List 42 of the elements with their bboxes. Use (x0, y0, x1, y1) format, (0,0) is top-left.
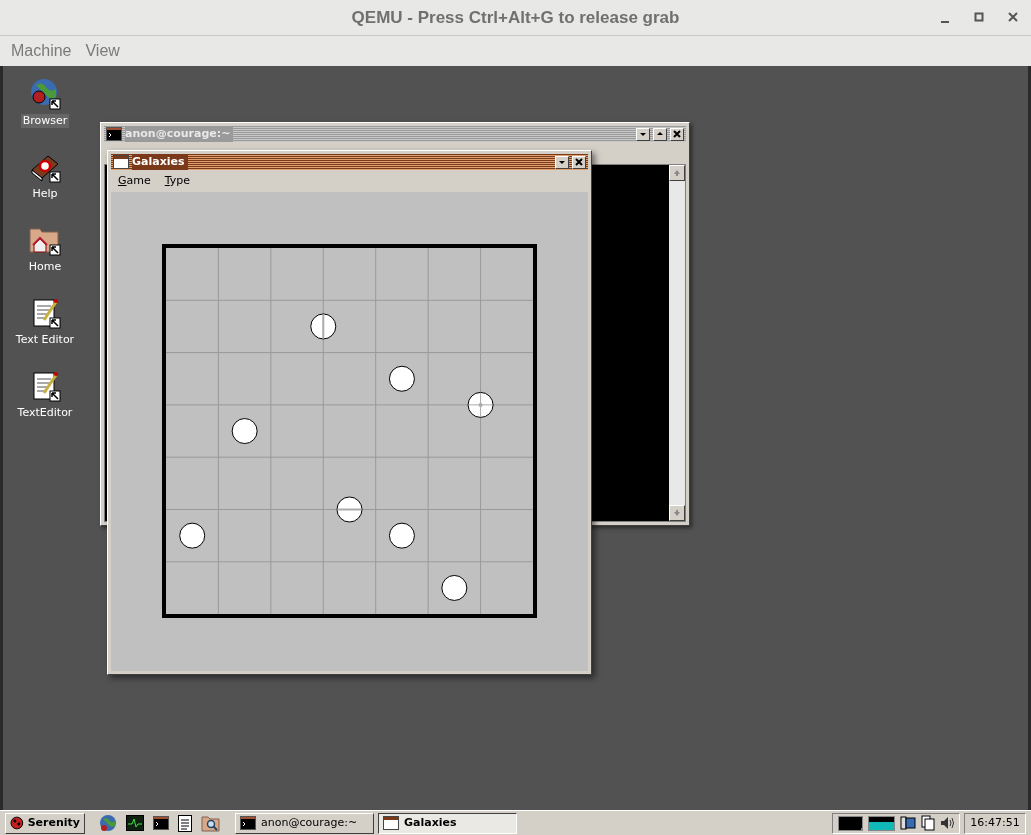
speaker-icon[interactable] (940, 815, 954, 831)
puzzle-board[interactable] (162, 244, 537, 618)
close-icon (672, 129, 682, 139)
ladybug-icon (10, 816, 24, 830)
icon-label[interactable]: Home (26, 260, 64, 274)
notepad-icon[interactable] (178, 814, 192, 832)
globe-icon (28, 77, 62, 111)
globe-icon[interactable] (99, 814, 117, 832)
graph-icon[interactable] (126, 815, 144, 831)
taskbar-button[interactable]: Galaxies (378, 812, 517, 834)
start-button[interactable]: Serenity (5, 812, 85, 834)
terminal-icon[interactable] (240, 816, 256, 830)
menu-item[interactable]: Type (164, 172, 191, 190)
window-title: QEMU - Press Ctrl+Alt+G to release grab (351, 6, 680, 29)
clock: 16:47:51 (970, 814, 1020, 831)
window-icon (113, 155, 129, 169)
memory-graph (868, 815, 895, 831)
close-icon (574, 157, 584, 167)
minimize-button[interactable] (636, 127, 650, 141)
minimize-button[interactable] (555, 155, 569, 169)
maximize-button[interactable] (653, 127, 667, 141)
icon-label[interactable]: Text Editor (13, 333, 77, 347)
clipboard-icon[interactable] (921, 815, 935, 831)
terminal-icon[interactable] (153, 816, 169, 830)
icon-label[interactable]: Browser (20, 114, 70, 128)
maximize-icon[interactable] (973, 10, 985, 24)
network-icon[interactable] (900, 815, 916, 831)
window-title: anon@courage:~ (125, 125, 234, 143)
menu-item[interactable]: Machine (11, 39, 72, 63)
window-title: Galaxies (132, 153, 188, 171)
window-icon (383, 816, 399, 830)
icon-label[interactable]: TextEditor (15, 406, 75, 420)
close-button[interactable] (670, 127, 684, 141)
terminal-icon[interactable] (106, 127, 122, 141)
icon-label[interactable]: Help (30, 187, 60, 201)
taskbar-button[interactable]: anon@courage:~ (235, 812, 374, 834)
menu-item[interactable]: View (85, 39, 120, 63)
close-icon[interactable] (1007, 10, 1019, 24)
menu-item[interactable]: Game (118, 172, 151, 190)
folder-search-icon[interactable] (201, 814, 221, 832)
cpu-graph (838, 815, 863, 831)
close-button[interactable] (572, 155, 586, 169)
